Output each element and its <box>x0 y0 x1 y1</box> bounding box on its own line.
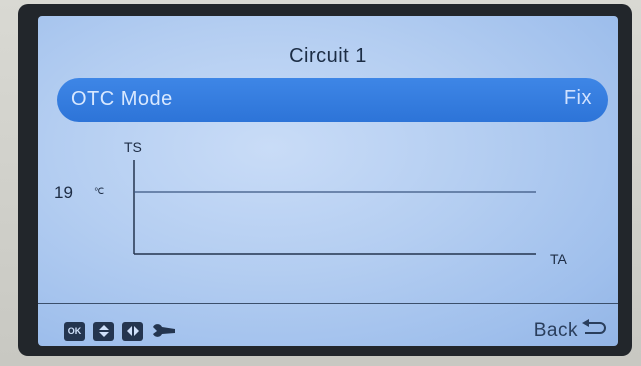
up-down-icon[interactable] <box>93 321 114 341</box>
y-value-unit: ℃ <box>94 186 104 196</box>
ok-icon[interactable]: OK <box>64 321 85 341</box>
y-value-readout: 19 <box>54 183 73 202</box>
otc-mode-row[interactable]: OTC Mode Fix <box>57 78 608 122</box>
x-axis-label: TA <box>550 251 568 267</box>
wrench-icon[interactable] <box>151 321 177 341</box>
back-arrow-icon[interactable] <box>580 318 606 340</box>
otc-mode-label: OTC Mode <box>71 88 173 110</box>
back-button[interactable]: Back <box>534 320 578 342</box>
lcd-screen: Circuit 1 OTC Mode Fix TS TA 19 ℃ OK Bac… <box>38 16 618 346</box>
y-axis-label: TS <box>124 139 142 155</box>
key-hint-bar: OK <box>64 320 177 342</box>
otc-curve-chart: TS TA 19 ℃ <box>38 126 618 276</box>
left-right-icon[interactable] <box>122 321 143 341</box>
footer-divider <box>38 303 618 304</box>
page-title: Circuit 1 <box>289 45 367 67</box>
chart-svg: TS TA 19 ℃ <box>54 139 568 267</box>
device-frame: Circuit 1 OTC Mode Fix TS TA 19 ℃ OK Bac… <box>0 0 641 366</box>
otc-mode-value[interactable]: Fix <box>564 87 592 110</box>
